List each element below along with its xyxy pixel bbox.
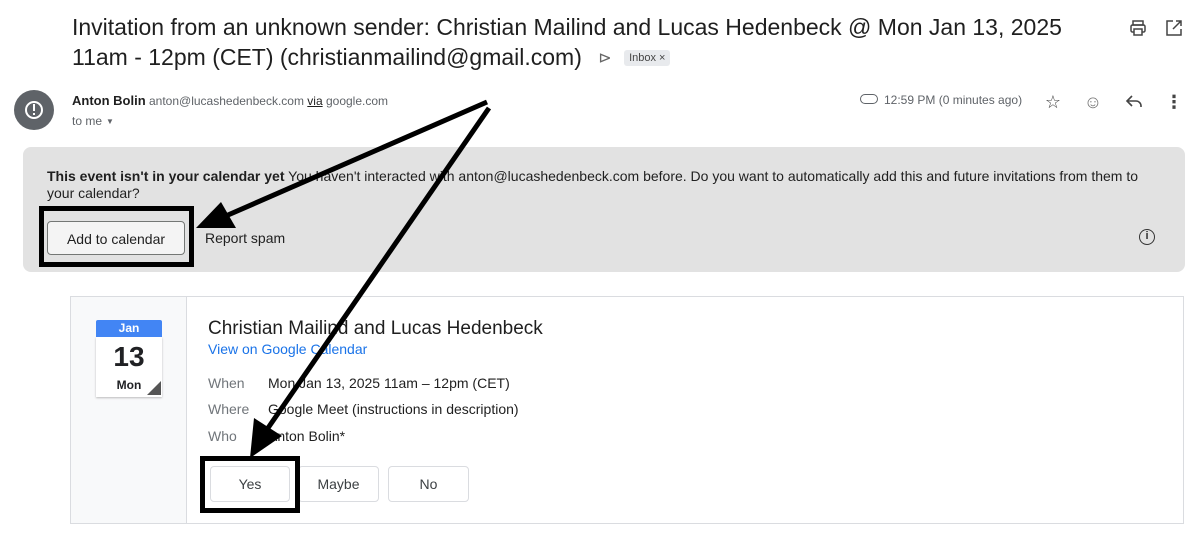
arrow-to-add-to-calendar [196, 99, 488, 228]
annotation-arrows [196, 99, 492, 458]
arrow-to-yes-button [250, 106, 492, 458]
